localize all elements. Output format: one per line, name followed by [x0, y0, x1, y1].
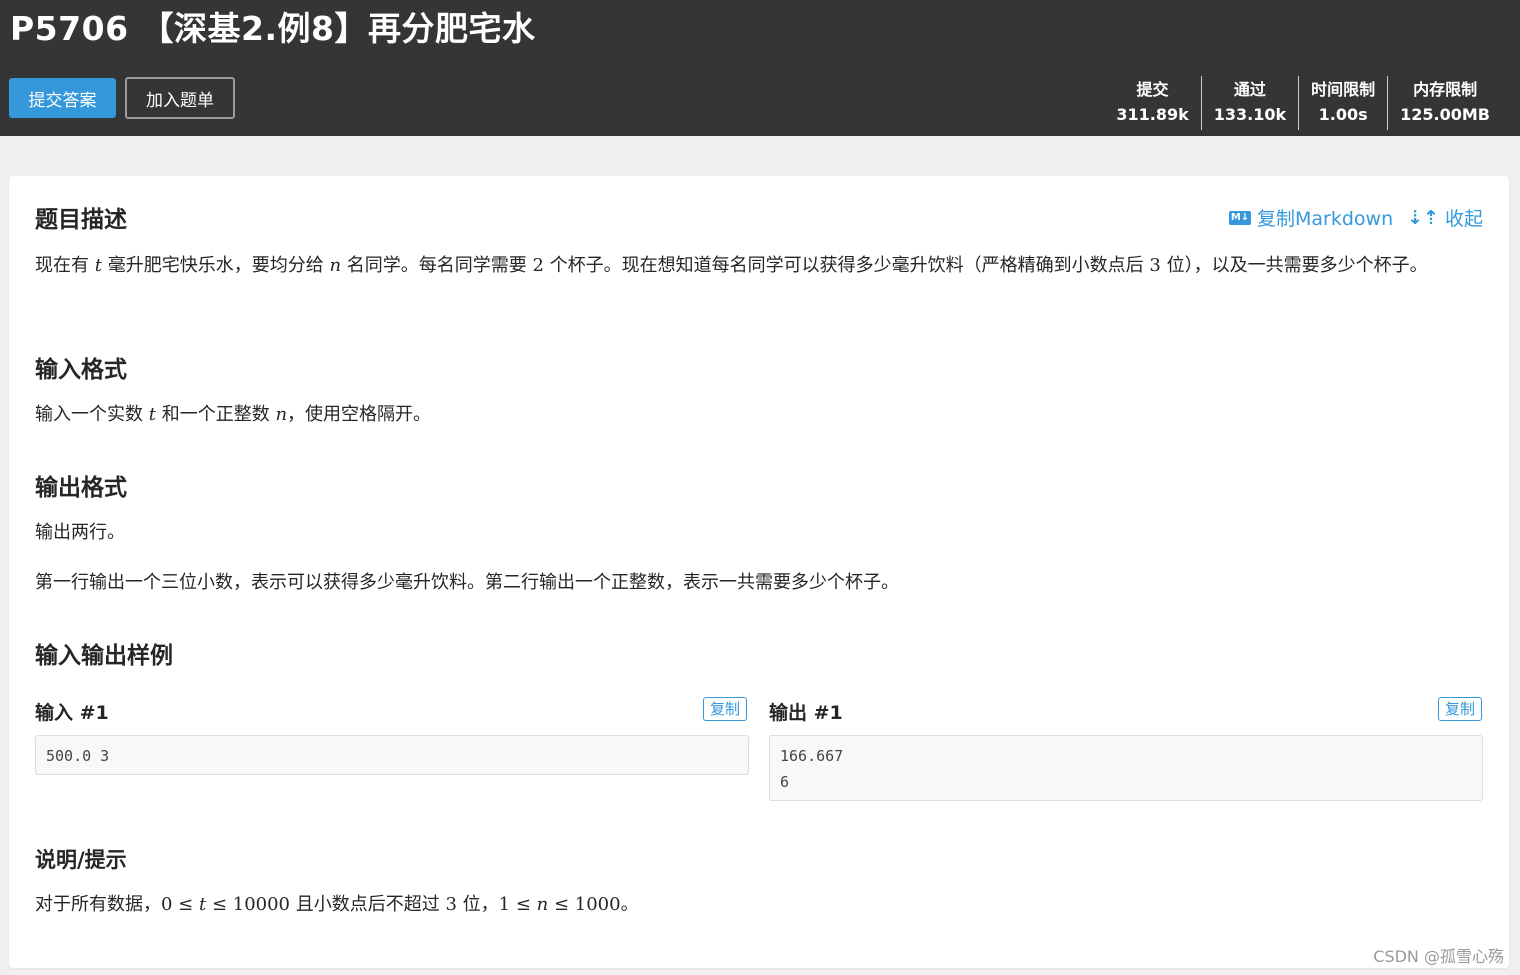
description-text: 现在有 t 毫升肥宅快乐水，要均分给 n 名同学。每名同学需要 2 个杯子。现在…: [35, 250, 1475, 281]
collapse-link[interactable]: ⇣⇡ 收起: [1407, 204, 1483, 231]
output-format-title: 输出格式: [35, 475, 127, 501]
stat-time-limit: 时间限制 1.00s: [1298, 76, 1387, 130]
sample-output-box[interactable]: 166.667 6: [769, 735, 1483, 801]
markdown-icon: M↓: [1229, 210, 1252, 225]
stat-value: 125.00MB: [1400, 105, 1490, 124]
stat-submissions: 提交 311.89k: [1104, 76, 1200, 130]
math-number: 3: [445, 894, 457, 915]
text-segment: 输入一个实数: [35, 404, 143, 425]
text-segment: 名同学。每名同学需要: [346, 255, 527, 276]
math-expr: 1 ≤: [498, 894, 537, 915]
stat-value: 133.10k: [1213, 105, 1287, 124]
math-expr: 0 ≤: [161, 894, 199, 915]
hint-title: 说明/提示: [35, 848, 127, 872]
stat-label: 提交: [1136, 80, 1169, 99]
hint-text: 对于所有数据，0 ≤ t ≤ 10000 且小数点后不超过 3 位，1 ≤ n …: [35, 889, 639, 920]
collapse-icon: ⇣⇡: [1407, 206, 1439, 229]
math-var-n: n: [329, 255, 342, 276]
text-segment: 对于所有数据，: [35, 894, 161, 915]
stat-accepted: 通过 133.10k: [1200, 76, 1298, 130]
stat-label: 时间限制: [1311, 80, 1376, 99]
samples-title: 输入输出样例: [35, 643, 173, 669]
submit-answer-button[interactable]: 提交答案: [9, 78, 116, 118]
text-segment: 。: [620, 894, 639, 915]
problem-title: P5706 【深基2.例8】再分肥宅水: [10, 9, 536, 48]
output-format-line1: 输出两行。: [35, 522, 125, 543]
text-segment: 和一个正整数: [161, 404, 270, 425]
math-var-t: t: [148, 404, 156, 425]
output-format-line2: 第一行输出一个三位小数，表示可以获得多少毫升饮料。第二行输出一个正整数，表示一共…: [35, 572, 899, 593]
text-segment: 位），以及一共需要多少个杯子。: [1166, 255, 1428, 276]
math-var-t: t: [94, 255, 102, 276]
problem-stats: 提交 311.89k 通过 133.10k 时间限制 1.00s 内存限制 12…: [1104, 76, 1502, 130]
stat-value: 311.89k: [1116, 105, 1189, 124]
text-segment: 现在有: [35, 255, 89, 276]
input-format-text: 输入一个实数 t 和一个正整数 n，使用空格隔开。: [35, 399, 431, 430]
collapse-label: 收起: [1444, 208, 1483, 230]
sample-input-label: 输入 #1: [35, 702, 109, 724]
math-expr: ≤ 1000: [548, 894, 621, 915]
input-format-title: 输入格式: [35, 357, 127, 383]
math-expr: ≤ 10000: [206, 894, 291, 915]
text-segment: 个杯子。现在想知道每名同学可以获得多少毫升饮料（严格精确到小数点后: [549, 255, 1144, 276]
copy-input-button[interactable]: 复制: [703, 697, 747, 721]
copy-markdown-link[interactable]: M↓ 复制Markdown: [1229, 204, 1393, 231]
math-number: 3: [1149, 255, 1161, 276]
csdn-watermark: CSDN @孤雪心殇: [1373, 947, 1504, 966]
sample-output-label: 输出 #1: [769, 702, 843, 724]
text-segment: 位，: [456, 894, 499, 915]
text-segment: 且小数点后不超过: [290, 894, 446, 915]
sample-input-box[interactable]: 500.0 3: [35, 735, 749, 775]
add-to-list-button[interactable]: 加入题单: [125, 77, 235, 119]
problem-header: P5706 【深基2.例8】再分肥宅水 提交答案 加入题单 提交 311.89k…: [0, 0, 1520, 136]
stat-value: 1.00s: [1318, 105, 1368, 124]
copy-output-button[interactable]: 复制: [1438, 697, 1482, 721]
stat-label: 通过: [1233, 80, 1266, 99]
stat-label: 内存限制: [1413, 80, 1478, 99]
card-actions: M↓ 复制Markdown ⇣⇡ 收起: [1229, 204, 1483, 231]
text-segment: 毫升肥宅快乐水，要均分给: [107, 255, 324, 276]
text-segment: ，使用空格隔开。: [287, 404, 432, 425]
description-title: 题目描述: [35, 207, 127, 233]
stat-memory-limit: 内存限制 125.00MB: [1387, 76, 1502, 130]
problem-card: M↓ 复制Markdown ⇣⇡ 收起 题目描述 现在有 t 毫升肥宅快乐水，要…: [9, 176, 1509, 968]
math-var-n: n: [536, 894, 549, 915]
math-number: 2: [532, 255, 544, 276]
math-var-n: n: [275, 404, 288, 425]
copy-markdown-label: 复制Markdown: [1257, 208, 1394, 230]
